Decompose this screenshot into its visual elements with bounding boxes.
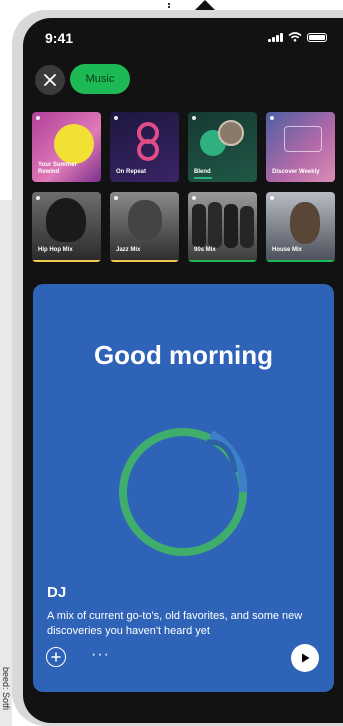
status-icons [268,32,327,42]
spotify-icon [36,116,40,120]
tile-label: Hip Hop Mix [38,247,73,254]
play-icon [302,653,310,663]
tile-discover-weekly[interactable]: Discover Weekly [266,112,335,182]
spotify-icon [270,196,274,200]
tile-90s-mix[interactable]: 90s Mix [188,192,257,262]
tile-label: Your Summer Rewind [38,162,77,176]
artist-photo [46,198,86,242]
playlist-grid: Your Summer Rewind On Repeat Blend Disco… [32,112,337,262]
artist-photo [128,200,162,240]
greeting-heading: Good morning [93,340,274,370]
tile-blend[interactable]: Blend [188,112,257,182]
progress-indicator [194,177,212,179]
tile-accent [266,260,335,262]
spotify-icon [192,196,196,200]
tile-label: 90s Mix [194,247,216,254]
artist-photo [224,204,238,248]
avatar [218,120,244,146]
spotify-icon [114,196,118,200]
close-icon [44,74,56,86]
spotify-icon [270,116,274,120]
cover-graphic [284,126,322,152]
tile-house-mix[interactable]: House Mix [266,192,335,262]
tile-jazz-mix[interactable]: Jazz Mix [110,192,179,262]
add-button[interactable] [46,647,66,667]
artist-photo [192,204,206,248]
tile-label: On Repeat [116,169,147,176]
tile-on-repeat[interactable]: On Repeat [110,112,179,182]
signal-icon [268,32,283,42]
app-screen: 9:41 Music Your Summer Rewind On Repeat … [23,18,343,723]
dj-ring-graphic [119,428,248,556]
tile-label: Jazz Mix [116,247,141,254]
filter-chip-music[interactable]: Music [70,64,130,94]
plus-circle-icon [51,652,61,662]
spotify-icon [114,116,118,120]
artist-photo [208,202,222,248]
play-button[interactable] [291,644,319,672]
close-button[interactable] [35,65,65,95]
spotify-icon [36,196,40,200]
wifi-icon [288,32,302,42]
tile-label: Discover Weekly [272,169,320,176]
sun-graphic [54,124,94,164]
side-caption: beed: Sotfi [1,667,11,711]
tile-accent [188,260,257,262]
dj-title: DJ [47,584,67,601]
artist-photo [290,202,320,244]
loop-graphic [137,122,159,161]
page-edge [0,200,12,726]
status-bar: 9:41 [23,18,343,58]
more-options-button[interactable]: ··· [91,646,110,664]
dj-description: A mix of current go-to's, old favorites,… [47,610,303,637]
spotify-icon [192,116,196,120]
battery-icon [307,33,327,42]
tile-accent [110,260,179,262]
tile-label: House Mix [272,247,303,254]
status-time: 9:41 [45,30,74,46]
dj-card[interactable]: Good morning DJ A mix of current go-to's… [33,284,334,692]
tile-hip-hop-mix[interactable]: Hip Hop Mix [32,192,101,262]
artist-photo [240,206,254,248]
tile-accent [32,260,101,262]
tile-label: Blend [194,169,211,176]
tile-your-summer-rewind[interactable]: Your Summer Rewind [32,112,101,182]
